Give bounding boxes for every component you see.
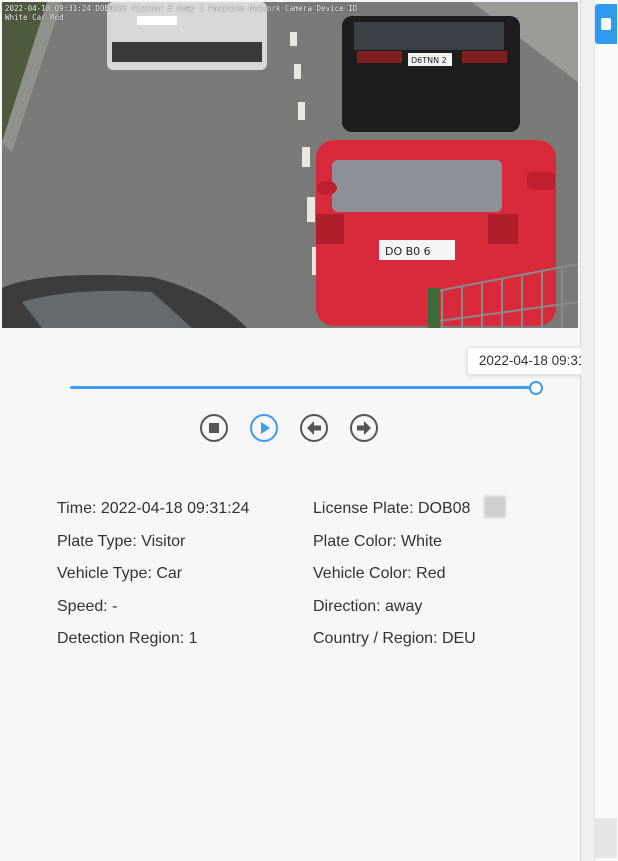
video-osd: 2022-04-18 09:31:24 DOB0836 Visitor # Aw… bbox=[5, 4, 357, 22]
speed-field: Speed: - bbox=[57, 598, 118, 615]
stop-button[interactable] bbox=[200, 414, 228, 442]
plate-redaction bbox=[484, 496, 506, 518]
osd-line-2: White Car Red bbox=[5, 13, 64, 22]
arrow-right-icon bbox=[357, 421, 371, 435]
vehicle-color-field: Vehicle Color: Red bbox=[313, 565, 446, 582]
timeline-thumb[interactable] bbox=[529, 381, 543, 395]
license-plate-field: License Plate: DOB08 bbox=[313, 500, 471, 517]
top-car-plate: D6TNN 2 bbox=[411, 56, 447, 65]
previous-button[interactable] bbox=[300, 414, 328, 442]
detection-region-field: Detection Region: 1 bbox=[57, 630, 198, 647]
plate-type-field: Plate Type: Visitor bbox=[57, 533, 186, 550]
side-panel-toggle[interactable] bbox=[595, 4, 617, 44]
plate-color-field: Plate Color: White bbox=[313, 533, 442, 550]
scrollbar[interactable] bbox=[595, 818, 617, 858]
arrow-left-icon bbox=[307, 421, 321, 435]
capture-detail-panel: D6TNN 2 DO B0 6 2022-04-18 09:31:24 DOB0… bbox=[0, 0, 616, 861]
red-car-plate: DO B0 6 bbox=[385, 245, 431, 258]
osd-line-1: 2022-04-18 09:31:24 DOB0836 Visitor # Aw… bbox=[5, 4, 358, 13]
direction-field: Direction: away bbox=[313, 598, 423, 615]
time-field: Time: 2022-04-18 09:31:24 bbox=[57, 500, 250, 517]
capture-image: D6TNN 2 DO B0 6 2022-04-18 09:31:24 DOB0… bbox=[2, 2, 578, 328]
next-button[interactable] bbox=[350, 414, 378, 442]
playback-timeline[interactable] bbox=[70, 386, 536, 389]
side-panel-edge bbox=[594, 0, 618, 861]
play-icon bbox=[261, 422, 270, 434]
vehicle-type-field: Vehicle Type: Car bbox=[57, 565, 183, 582]
play-button[interactable] bbox=[250, 414, 278, 442]
stop-icon bbox=[209, 423, 219, 433]
country-region-field: Country / Region: DEU bbox=[313, 630, 476, 647]
road-scene: D6TNN 2 DO B0 6 bbox=[2, 2, 578, 328]
side-panel-strip bbox=[581, 0, 618, 861]
